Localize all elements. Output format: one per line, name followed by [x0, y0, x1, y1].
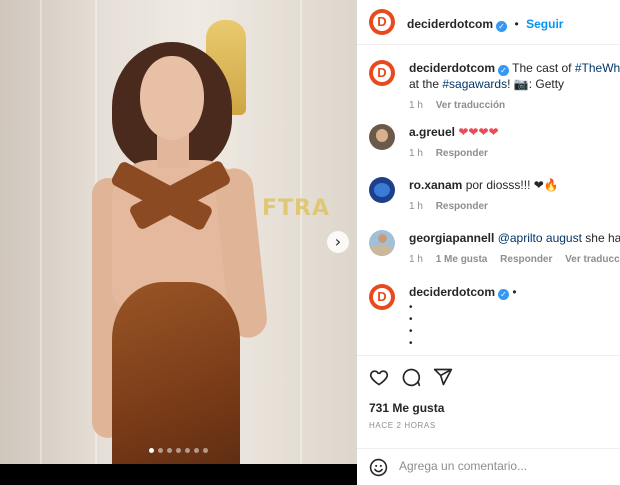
commenter-avatar-letter: D	[373, 288, 391, 306]
caption-prefix: The cast of	[512, 61, 575, 75]
comment-dot: •	[409, 302, 413, 313]
post-header: D deciderdotcom ✓ • Seguir	[357, 0, 620, 45]
reply-link[interactable]: Responder	[436, 201, 488, 212]
comment-dot: •	[409, 314, 413, 325]
post-image[interactable]: FTRA ›	[0, 0, 357, 464]
backdrop-stripe	[300, 0, 302, 464]
caption-suffix: ! 📷: Getty	[507, 77, 565, 91]
comment-body: georgiapannell @aprilto august she has B…	[409, 230, 620, 265]
comment-time: 1 h	[409, 201, 423, 212]
actions-divider	[357, 355, 620, 356]
comment-text-line: ro.xanam por diosss!!! ❤🔥	[409, 177, 620, 193]
carousel-dot	[158, 448, 163, 453]
verified-badge-icon: ✓	[498, 289, 510, 300]
emoji-icon[interactable]	[369, 458, 388, 477]
dotted-comment-text: • • • •	[409, 302, 620, 350]
caption-meta: 1 h Ver traducción	[409, 100, 620, 111]
caption-line-2: at the #sagawards! 📷: Getty	[409, 76, 620, 92]
header-separator: •	[514, 17, 519, 31]
hashtag-link[interactable]: #sagawards	[442, 77, 507, 91]
commenter-avatar[interactable]	[369, 177, 395, 203]
commenter-avatar[interactable]	[369, 230, 395, 256]
commenter-username[interactable]: a.greuel	[409, 125, 455, 139]
mention-link[interactable]: @aprilto august	[498, 231, 582, 245]
comment-body: a.greuel ❤❤❤❤ 1 h Responder	[409, 124, 620, 159]
chevron-right-icon: ›	[334, 232, 342, 251]
comment-text: she has Bla	[585, 231, 620, 245]
see-translation-link[interactable]: Ver traducción	[436, 100, 505, 111]
comment-text-line: georgiapannell @aprilto august she has B…	[409, 230, 620, 246]
caption-text: deciderdotcom✓ The cast of #TheWhiteLo	[409, 60, 620, 76]
verified-badge-icon: ✓	[498, 65, 510, 76]
reply-link[interactable]: Responder	[436, 148, 488, 159]
carousel-dot	[167, 448, 172, 453]
comment-time: 1 h	[409, 254, 423, 265]
backdrop-sign-text: FTRA	[262, 196, 331, 221]
carousel-dot	[194, 448, 199, 453]
follow-button[interactable]: Seguir	[526, 17, 563, 31]
comment-time: 1 h	[409, 148, 423, 159]
paper-plane-icon[interactable]	[433, 367, 453, 387]
author-avatar-letter: D	[373, 13, 391, 31]
avatar-face	[376, 129, 388, 142]
backdrop-stripe	[40, 0, 42, 464]
author-username[interactable]: deciderdotcom	[407, 17, 493, 31]
comment-bubble-icon[interactable]	[401, 367, 421, 387]
avatar-figure	[374, 183, 390, 197]
caption-avatar[interactable]: D	[369, 60, 395, 86]
comment-text-line: deciderdotcom ✓ •	[409, 284, 620, 300]
caption-mid: at the	[409, 77, 443, 91]
comment-body: ro.xanam por diosss!!! ❤🔥 1 h Responder	[409, 177, 620, 212]
caption-time: 1 h	[409, 100, 423, 111]
comment-dot: •	[409, 326, 413, 337]
commenter-username[interactable]: ro.xanam	[409, 178, 462, 192]
comment-separator: •	[512, 285, 517, 299]
verified-badge-icon: ✓	[496, 21, 508, 32]
likes-count[interactable]: 731 Me gusta	[369, 401, 444, 415]
carousel-dot	[185, 448, 190, 453]
commenter-username[interactable]: georgiapannell	[409, 231, 494, 245]
comment-dot: •	[409, 338, 413, 349]
subject-face	[140, 56, 204, 140]
heart-outline-icon[interactable]	[369, 367, 389, 387]
comment-text: ❤❤❤❤	[458, 125, 499, 139]
comment-input[interactable]	[399, 459, 599, 473]
comment-meta: 1 h Responder	[409, 201, 620, 212]
post-details-panel: D deciderdotcom ✓ • Seguir D deciderdotco…	[357, 0, 620, 485]
comment-body: deciderdotcom ✓ • • • • •	[409, 284, 620, 350]
see-translation-link[interactable]: Ver traducción	[565, 254, 620, 265]
carousel-dot	[176, 448, 181, 453]
add-comment-bar	[357, 448, 620, 485]
next-image-button[interactable]: ›	[327, 231, 349, 253]
hashtag-link[interactable]: #TheWhiteLo	[575, 61, 620, 75]
comment-text: por diosss!!! ❤🔥	[465, 178, 559, 192]
avatar-sand	[372, 245, 392, 256]
avatar-face	[378, 234, 387, 243]
post-time-ago: HACE 2 HORAS	[369, 421, 436, 430]
carousel-dot	[149, 448, 154, 453]
carousel-dots	[0, 448, 357, 453]
reply-link[interactable]: Responder	[500, 254, 552, 265]
comment-meta: 1 h Responder	[409, 148, 620, 159]
commenter-avatar[interactable]	[369, 124, 395, 150]
post-modal: FTRA › D deciderdotcom ✓ • Seguir D deci…	[0, 0, 620, 485]
dress	[112, 282, 240, 464]
author-avatar[interactable]: D	[369, 9, 395, 35]
commenter-username[interactable]: deciderdotcom	[409, 285, 495, 299]
carousel-dot	[203, 448, 208, 453]
caption-avatar-letter: D	[373, 64, 391, 82]
caption-body: deciderdotcom✓ The cast of #TheWhiteLo a…	[409, 60, 620, 111]
comment-likes-link[interactable]: 1 Me gusta	[436, 254, 488, 265]
comment-meta: 1 h 1 Me gusta Responder Ver traducción	[409, 254, 620, 265]
caption-username[interactable]: deciderdotcom	[409, 61, 495, 75]
commenter-avatar[interactable]: D	[369, 284, 395, 310]
comment-text-line: a.greuel ❤❤❤❤	[409, 124, 620, 140]
